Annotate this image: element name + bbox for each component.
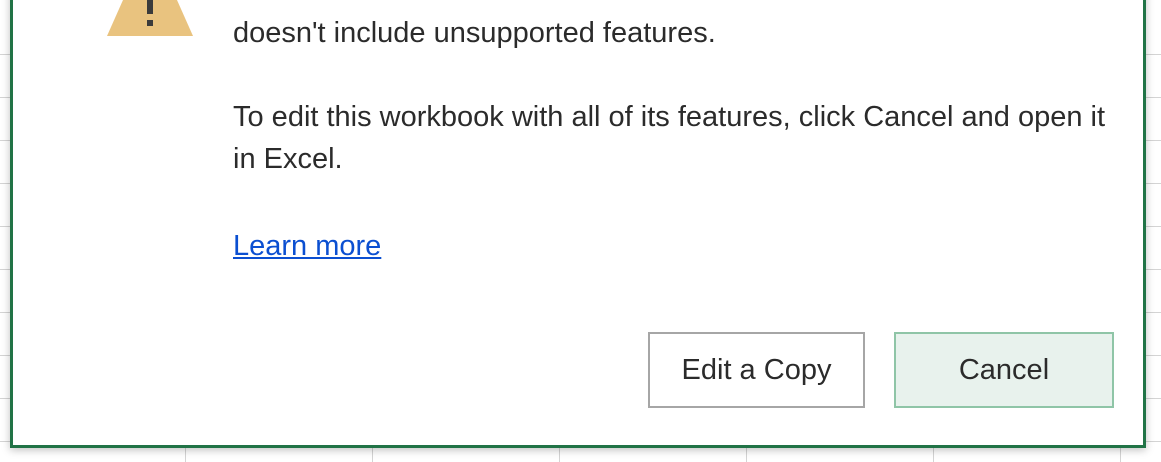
unsupported-features-dialog: doesn't include unsupported features. To… (10, 0, 1146, 448)
learn-more-link[interactable]: Learn more (233, 226, 381, 266)
edit-a-copy-button[interactable]: Edit a Copy (648, 332, 865, 408)
cancel-button[interactable]: Cancel (894, 332, 1114, 408)
dialog-message-line-2: To edit this workbook with all of its fe… (233, 101, 1106, 175)
dialog-message-line-1: doesn't include unsupported features. (233, 17, 716, 49)
warning-icon (105, 0, 195, 42)
